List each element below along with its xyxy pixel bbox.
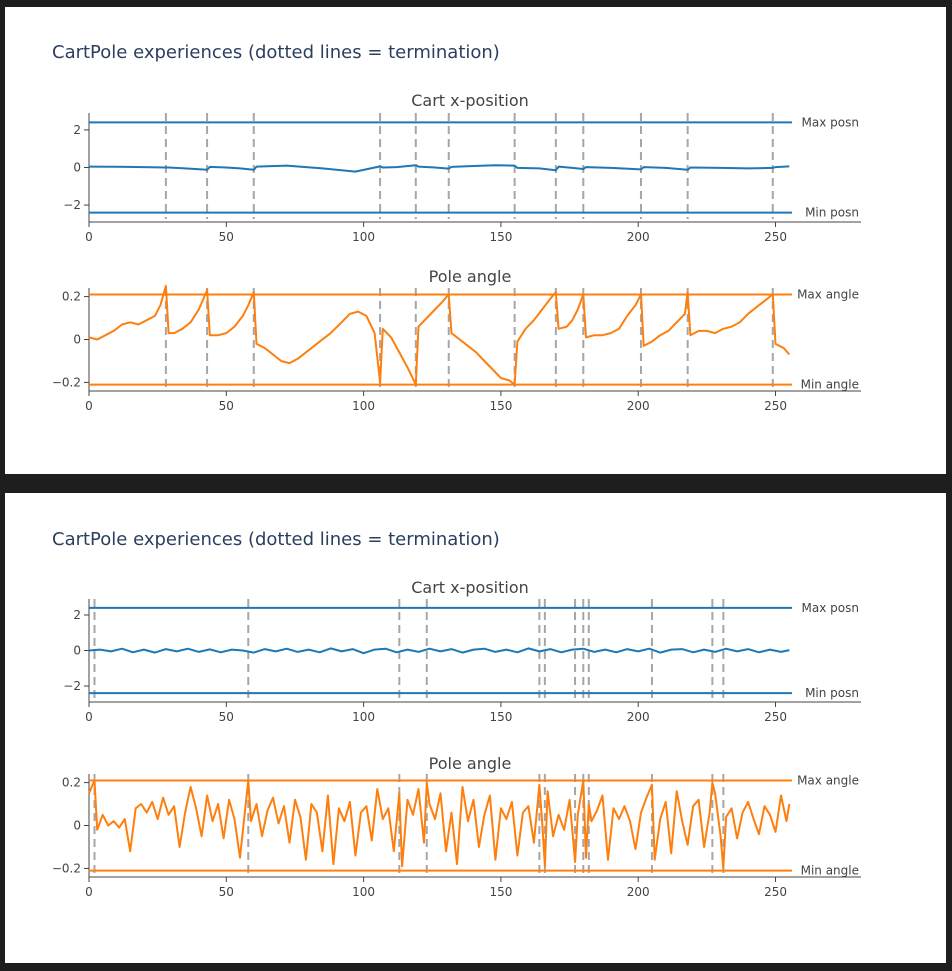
y-tick-label: 0 xyxy=(73,161,81,175)
y-tick-label: 0.2 xyxy=(62,776,81,790)
pole-angle-series xyxy=(88,779,791,870)
max-angle-label: Max angle xyxy=(797,773,859,787)
x-tick-label: 200 xyxy=(627,710,650,724)
y-tick-label: −2 xyxy=(63,198,81,212)
x-tick-label: 100 xyxy=(352,710,375,724)
x-tick-label: 100 xyxy=(352,399,375,413)
pole-angle-subplot: Pole angle 0.2 0 −0.2 0 50 100 150 200 250 Max ang… xyxy=(52,267,861,413)
x-tick-label: 50 xyxy=(219,885,234,899)
x-tick-label: 50 xyxy=(219,710,234,724)
cart-position-series xyxy=(88,647,790,655)
x-tick-label: 250 xyxy=(764,710,787,724)
y-tick-label: 2 xyxy=(73,123,81,137)
x-tick-label: 150 xyxy=(489,399,512,413)
x-tick-label: 200 xyxy=(627,885,650,899)
x-tick-label: 0 xyxy=(85,885,93,899)
figure-panel-1: CartPole experiences (dotted lines = ter… xyxy=(5,7,946,474)
x-tick-label: 150 xyxy=(489,885,512,899)
x-tick-label: 200 xyxy=(627,230,650,244)
y-tick-label: −0.2 xyxy=(52,861,81,875)
figure-2-plot-area: Cart x-position 2 0 −2 0 50 100 150 200 250 Max po… xyxy=(52,578,861,899)
x-tick-label: 250 xyxy=(764,399,787,413)
figure-panel-2: CartPole experiences (dotted lines = ter… xyxy=(5,493,946,963)
x-tick-label: 150 xyxy=(489,710,512,724)
y-tick-label: −0.2 xyxy=(52,375,81,389)
x-tick-label: 0 xyxy=(85,710,93,724)
pole-angle-subplot: Pole angle 0.2 0 −0.2 0 50 100 150 200 250 Max ang… xyxy=(52,754,861,899)
cart-position-subplot: Cart x-position 2 0 −2 0 50 100 150 200 250 Max po… xyxy=(63,578,861,724)
pole-angle-series xyxy=(88,284,791,386)
y-tick-label: −2 xyxy=(63,679,81,693)
x-tick-label: 100 xyxy=(352,230,375,244)
x-tick-label: 0 xyxy=(85,230,93,244)
subplot-title: Cart x-position xyxy=(411,91,529,110)
x-tick-label: 250 xyxy=(764,230,787,244)
x-tick-label: 150 xyxy=(489,230,512,244)
max-posn-label: Max posn xyxy=(802,601,859,615)
y-tick-label: 0 xyxy=(73,819,81,833)
x-tick-label: 0 xyxy=(85,399,93,413)
min-angle-label: Min angle xyxy=(801,378,859,392)
min-posn-label: Min posn xyxy=(805,686,859,700)
min-angle-label: Min angle xyxy=(801,864,859,878)
subplot-title: Pole angle xyxy=(429,267,512,286)
subplot-title: Pole angle xyxy=(429,754,512,773)
x-tick-label: 100 xyxy=(352,885,375,899)
y-tick-label: 0.2 xyxy=(62,290,81,304)
y-tick-label: 0 xyxy=(73,644,81,658)
max-posn-label: Max posn xyxy=(802,115,859,129)
x-tick-label: 200 xyxy=(627,399,650,413)
x-tick-label: 50 xyxy=(219,399,234,413)
x-tick-label: 50 xyxy=(219,230,234,244)
x-tick-label: 250 xyxy=(764,885,787,899)
min-posn-label: Min posn xyxy=(805,206,859,220)
cart-position-subplot: Cart x-position 2 0 −2 0 50 100 150 200 250 Max po… xyxy=(63,91,861,244)
max-angle-label: Max angle xyxy=(797,287,859,301)
subplot-title: Cart x-position xyxy=(411,578,529,597)
y-tick-label: 2 xyxy=(73,608,81,622)
cart-position-series xyxy=(88,164,790,173)
figure-1-plot-area: Cart x-position 2 0 −2 0 50 100 150 200 250 Max po… xyxy=(52,91,861,413)
y-tick-label: 0 xyxy=(73,333,81,347)
